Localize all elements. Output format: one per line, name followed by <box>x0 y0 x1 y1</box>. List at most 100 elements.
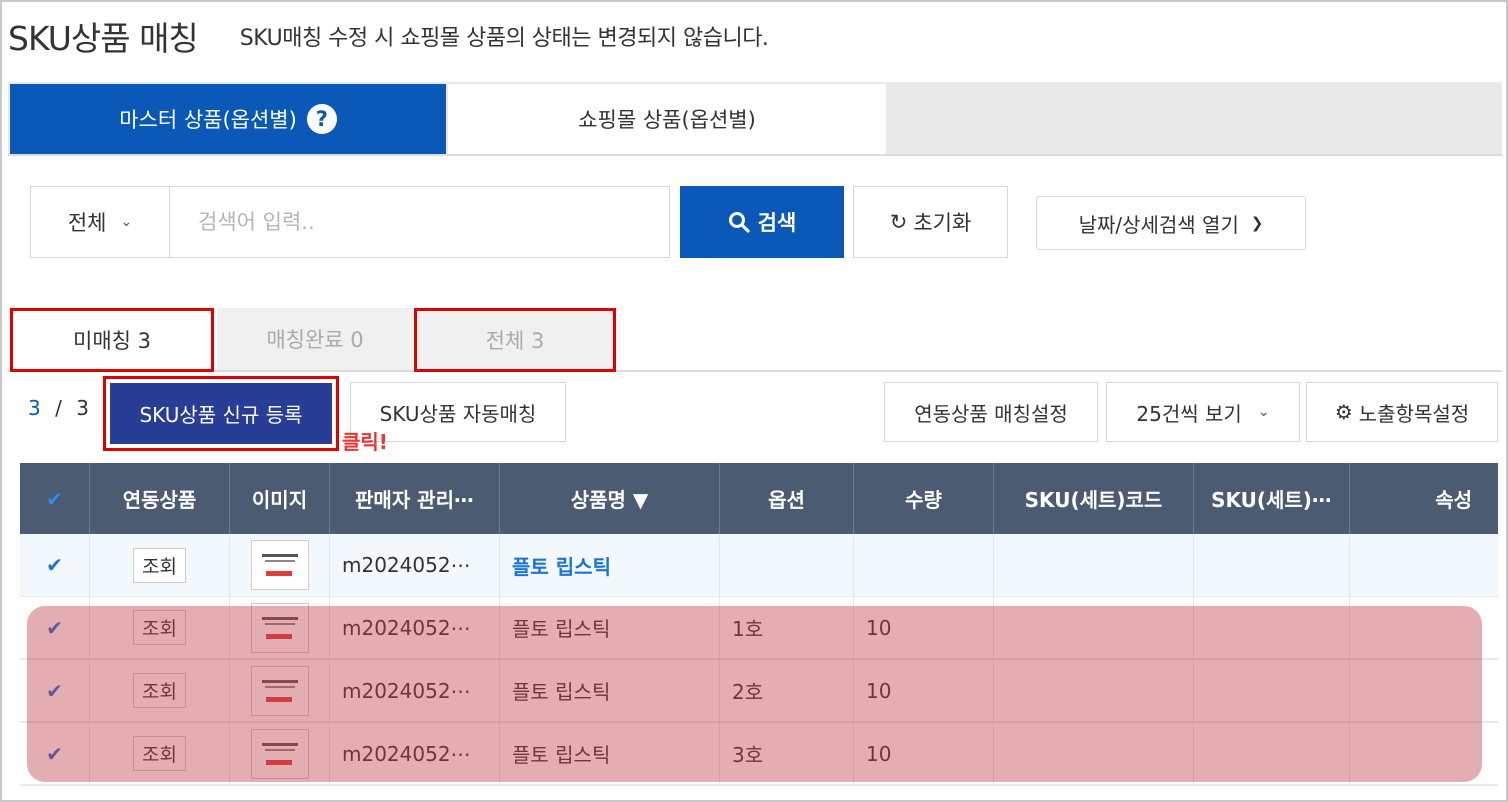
seller-code-cell: m2024052⋯ <box>330 534 500 596</box>
tab-shopping-mall-product-label: 쇼핑몰 상품(옵션별) <box>578 108 756 132</box>
table-row[interactable]: ✔ 조회 m2024052⋯ 플토 립스틱 <box>20 534 1498 597</box>
search-scope-select[interactable]: 전체 ⌄ <box>30 186 170 258</box>
header-linked-product: 연동상품 <box>90 463 230 534</box>
product-table: ✔ 연동상품 이미지 판매자 관리⋯ 상품명 ▼ 옵션 수량 SKU(세트)코드… <box>20 463 1498 786</box>
product-name-cell: 플토 립스틱 <box>500 660 720 721</box>
header-sku-code[interactable]: SKU(세트)코드 <box>994 463 1194 534</box>
sku-code-cell <box>994 534 1194 596</box>
view-button[interactable]: 조회 <box>133 736 186 771</box>
reset-button[interactable]: ↻ 초기화 <box>853 186 1008 258</box>
table-header: ✔ 연동상품 이미지 판매자 관리⋯ 상품명 ▼ 옵션 수량 SKU(세트)코드… <box>20 463 1498 534</box>
tab-matched[interactable]: 매칭완료 0 <box>217 308 413 370</box>
product-thumbnail <box>250 665 309 716</box>
tab-all[interactable]: 전체 3 <box>414 308 616 372</box>
sku-new-register-button[interactable]: SKU상품 신규 등록 <box>110 383 332 444</box>
quantity-cell <box>854 534 994 596</box>
check-icon: ✔ <box>46 678 63 703</box>
seller-code-cell: m2024052⋯ <box>330 660 500 721</box>
table-row[interactable]: ✔ 조회 m2024052⋯ 플토 립스틱 1호 10 <box>20 597 1498 660</box>
row-checkbox[interactable]: ✔ <box>20 723 90 784</box>
header-quantity[interactable]: 수량 <box>854 463 994 534</box>
row-checkbox[interactable]: ✔ <box>20 597 90 658</box>
header-select-all-checkbox[interactable]: ✔ <box>20 463 90 534</box>
main-tab-bar: 마스터 상품(옵션별) ? 쇼핑몰 상품(옵션별) <box>8 82 1502 154</box>
header-image: 이미지 <box>230 463 330 534</box>
view-button[interactable]: 조회 <box>133 610 186 645</box>
seller-code-cell: m2024052⋯ <box>330 597 500 658</box>
result-count: 3 / 3 <box>28 396 89 420</box>
option-cell: 1호 <box>720 597 854 658</box>
check-icon: ✔ <box>46 553 63 577</box>
quantity-cell: 10 <box>854 597 994 658</box>
sku-auto-match-label: SKU상품 자동매칭 <box>379 401 537 426</box>
gear-icon: ⚙ <box>1334 400 1353 424</box>
page-size-select[interactable]: 25건씩 보기 ⌄ <box>1106 382 1300 442</box>
detail-search-toggle[interactable]: 날짜/상세검색 열기 ❯ <box>1036 196 1306 250</box>
row-checkbox[interactable]: ✔ <box>20 660 90 721</box>
tab-all-label: 전체 3 <box>485 329 545 353</box>
check-icon: ✔ <box>46 741 63 766</box>
header-option[interactable]: 옵션 <box>720 463 854 534</box>
product-thumbnail <box>250 540 309 590</box>
tab-shopping-mall-product[interactable]: 쇼핑몰 상품(옵션별) <box>448 84 886 154</box>
click-hint: 클릭! <box>342 430 388 454</box>
quantity-cell: 10 <box>854 723 994 784</box>
column-settings-button[interactable]: ⚙ 노출항목설정 <box>1306 382 1498 442</box>
current-count: 3 <box>28 396 41 420</box>
reset-button-label: 초기화 <box>913 211 972 235</box>
help-icon[interactable]: ? <box>306 104 337 134</box>
link-match-setting-button[interactable]: 연동상품 매칭설정 <box>884 382 1098 442</box>
divider <box>8 154 1502 156</box>
page-header: SKU상품 매칭 SKU매칭 수정 시 쇼핑몰 상품의 상태는 변경되지 않습니… <box>8 10 769 62</box>
tab-master-product[interactable]: 마스터 상품(옵션별) ? <box>10 84 446 154</box>
check-icon: ✔ <box>46 615 63 640</box>
header-sku-name[interactable]: SKU(세트)⋯ <box>1194 463 1350 534</box>
attribute-cell <box>1350 660 1498 721</box>
attribute-cell <box>1350 534 1498 596</box>
detail-search-label: 날짜/상세검색 열기 <box>1078 212 1239 237</box>
search-scope-value: 전체 <box>67 211 107 235</box>
tab-unmatched[interactable]: 미매칭 3 <box>10 308 214 372</box>
header-product-name[interactable]: 상품명 ▼ <box>500 463 720 534</box>
search-icon <box>728 212 750 233</box>
product-thumbnail <box>250 728 309 779</box>
view-button[interactable]: 조회 <box>133 673 186 708</box>
chevron-down-icon: ❯ <box>1250 214 1264 232</box>
search-button[interactable]: 검색 <box>680 186 844 258</box>
chevron-down-icon: ⌄ <box>1257 404 1270 420</box>
app-frame: SKU상품 매칭 SKU매칭 수정 시 쇼핑몰 상품의 상태는 변경되지 않습니… <box>0 0 1508 802</box>
sku-code-cell <box>994 723 1194 784</box>
row-checkbox[interactable]: ✔ <box>20 534 90 596</box>
status-tab-underline <box>8 370 1502 372</box>
sku-code-cell <box>994 660 1194 721</box>
option-cell: 3호 <box>720 723 854 784</box>
sku-name-cell <box>1194 660 1350 721</box>
view-button[interactable]: 조회 <box>133 547 186 583</box>
tab-unmatched-label: 미매칭 3 <box>73 329 151 353</box>
sku-code-cell <box>994 597 1194 658</box>
header-attribute[interactable]: 속성 <box>1350 463 1498 534</box>
tab-master-product-label: 마스터 상품(옵션별) <box>119 108 297 132</box>
header-seller-code[interactable]: 판매자 관리⋯ <box>330 463 500 534</box>
sku-name-cell <box>1194 597 1350 658</box>
page-size-value: 25건씩 보기 <box>1136 401 1242 426</box>
product-name-link[interactable]: 플토 립스틱 <box>512 551 611 580</box>
refresh-icon: ↻ <box>889 210 908 234</box>
count-separator: / <box>55 396 62 420</box>
table-row[interactable]: ✔ 조회 m2024052⋯ 플토 립스틱 3호 10 <box>20 723 1498 786</box>
search-input[interactable] <box>169 186 670 258</box>
quantity-cell: 10 <box>854 660 994 721</box>
sku-name-cell <box>1194 723 1350 784</box>
column-settings-label: 노출항목설정 <box>1358 401 1470 426</box>
attribute-cell <box>1350 597 1498 658</box>
page-description: SKU매칭 수정 시 쇼핑몰 상품의 상태는 변경되지 않습니다. <box>239 26 769 51</box>
option-cell <box>720 534 854 596</box>
sku-new-register-highlight: SKU상품 신규 등록 <box>103 376 339 451</box>
product-name-cell: 플토 립스틱 <box>500 723 720 784</box>
table-row[interactable]: ✔ 조회 m2024052⋯ 플토 립스틱 2호 10 <box>20 660 1498 723</box>
product-thumbnail <box>250 602 309 653</box>
link-match-setting-label: 연동상품 매칭설정 <box>914 401 1068 426</box>
page-title: SKU상품 매칭 <box>8 19 199 58</box>
product-name-cell: 플토 립스틱 <box>500 597 720 658</box>
sku-name-cell <box>1194 534 1350 596</box>
